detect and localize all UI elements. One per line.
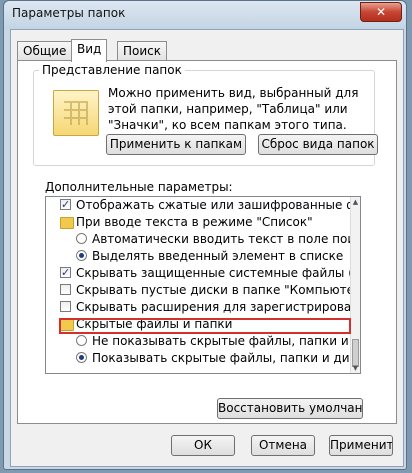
dont-show-hidden-radio[interactable] [76, 335, 87, 346]
list-item-label: Автоматически вводить текст в поле поиск… [92, 232, 350, 246]
list-item-label: Скрывать защищенные системные файлы (рек… [76, 266, 350, 280]
list-item-label: Отображать сжатые или зашифрованные файл… [76, 198, 350, 212]
list-item[interactable]: Показывать скрытые файлы, папки и диски [46, 350, 350, 367]
folder-view-icon [53, 90, 99, 136]
window-title: Параметры папок [12, 6, 126, 20]
folder-view-group-title: Представление папок [39, 63, 185, 77]
list-item[interactable]: Выделять введенный элемент в списке [46, 248, 350, 265]
cancel-button[interactable]: Отмена [251, 435, 315, 456]
folder-view-description: Можно применить вид, выбранный для этой … [108, 86, 359, 132]
list-item[interactable]: Не показывать скрытые файлы, папки и дис… [46, 333, 350, 350]
folder-icon [60, 217, 74, 229]
list-item-label: Показывать скрытые файлы, папки и диски [92, 351, 350, 365]
dialog-body: Общие Вид Поиск Представление папок Можн… [10, 29, 404, 467]
title-bar[interactable]: Параметры папок ✕ [4, 1, 406, 29]
advanced-settings-list[interactable]: Отображать сжатые или зашифрованные файл… [45, 196, 361, 374]
apply-button[interactable]: Применить [329, 435, 393, 456]
list-item[interactable]: Автоматически вводить текст в поле поиск… [46, 231, 350, 248]
tab-view[interactable]: Вид [71, 39, 108, 62]
list-item[interactable]: Скрывать расширения для зарегистрированн… [46, 299, 350, 316]
list-item-label: Выделять введенный элемент в списке [92, 249, 344, 263]
folder-options-window: Параметры папок ✕ Общие Вид Поиск Предст… [3, 0, 407, 470]
list-item[interactable]: Скрывать пустые диски в папке "Компьютер… [46, 282, 350, 299]
reset-folders-button[interactable]: Сброс вида папок [258, 134, 378, 155]
scroll-down-icon[interactable]: ▼ [351, 363, 360, 373]
auto-type-radio[interactable] [76, 233, 87, 244]
restore-defaults-button[interactable]: Восстановить умолчания [217, 398, 363, 419]
tab-general[interactable]: Общие [17, 41, 73, 60]
scroll-up-icon[interactable]: ▲ [351, 197, 360, 207]
hide-empty-drives-checkbox[interactable] [60, 284, 71, 295]
list-item[interactable]: Отображать сжатые или зашифрованные файл… [46, 197, 350, 214]
show-ntfs-checkbox[interactable] [60, 197, 71, 213]
list-item-label: При вводе текста в режиме "Список" [76, 215, 313, 229]
advanced-settings-label: Дополнительные параметры: [45, 180, 233, 194]
hide-extensions-checkbox[interactable] [60, 301, 71, 312]
close-button[interactable]: ✕ [360, 2, 402, 22]
list-scrollbar[interactable]: ▲ ▼ [350, 197, 360, 373]
list-item-label: Скрывать пустые диски в папке "Компьютер… [76, 283, 350, 297]
list-item-label: Скрывать расширения для зарегистрированн… [76, 300, 350, 314]
hide-system-files-checkbox[interactable] [60, 265, 71, 281]
ok-button[interactable]: ОК [171, 435, 235, 456]
apply-to-folders-button[interactable]: Применить к папкам [106, 134, 246, 155]
list-item[interactable]: При вводе текста в режиме "Список" [46, 214, 350, 231]
select-typed-radio[interactable] [76, 250, 87, 261]
tab-search[interactable]: Поиск [117, 41, 168, 60]
highlight-box [59, 318, 351, 334]
list-item-label: Не показывать скрытые файлы, папки и дис… [92, 334, 350, 348]
show-hidden-radio[interactable] [76, 352, 87, 363]
list-item[interactable]: Скрывать защищенные системные файлы (рек… [46, 265, 350, 282]
